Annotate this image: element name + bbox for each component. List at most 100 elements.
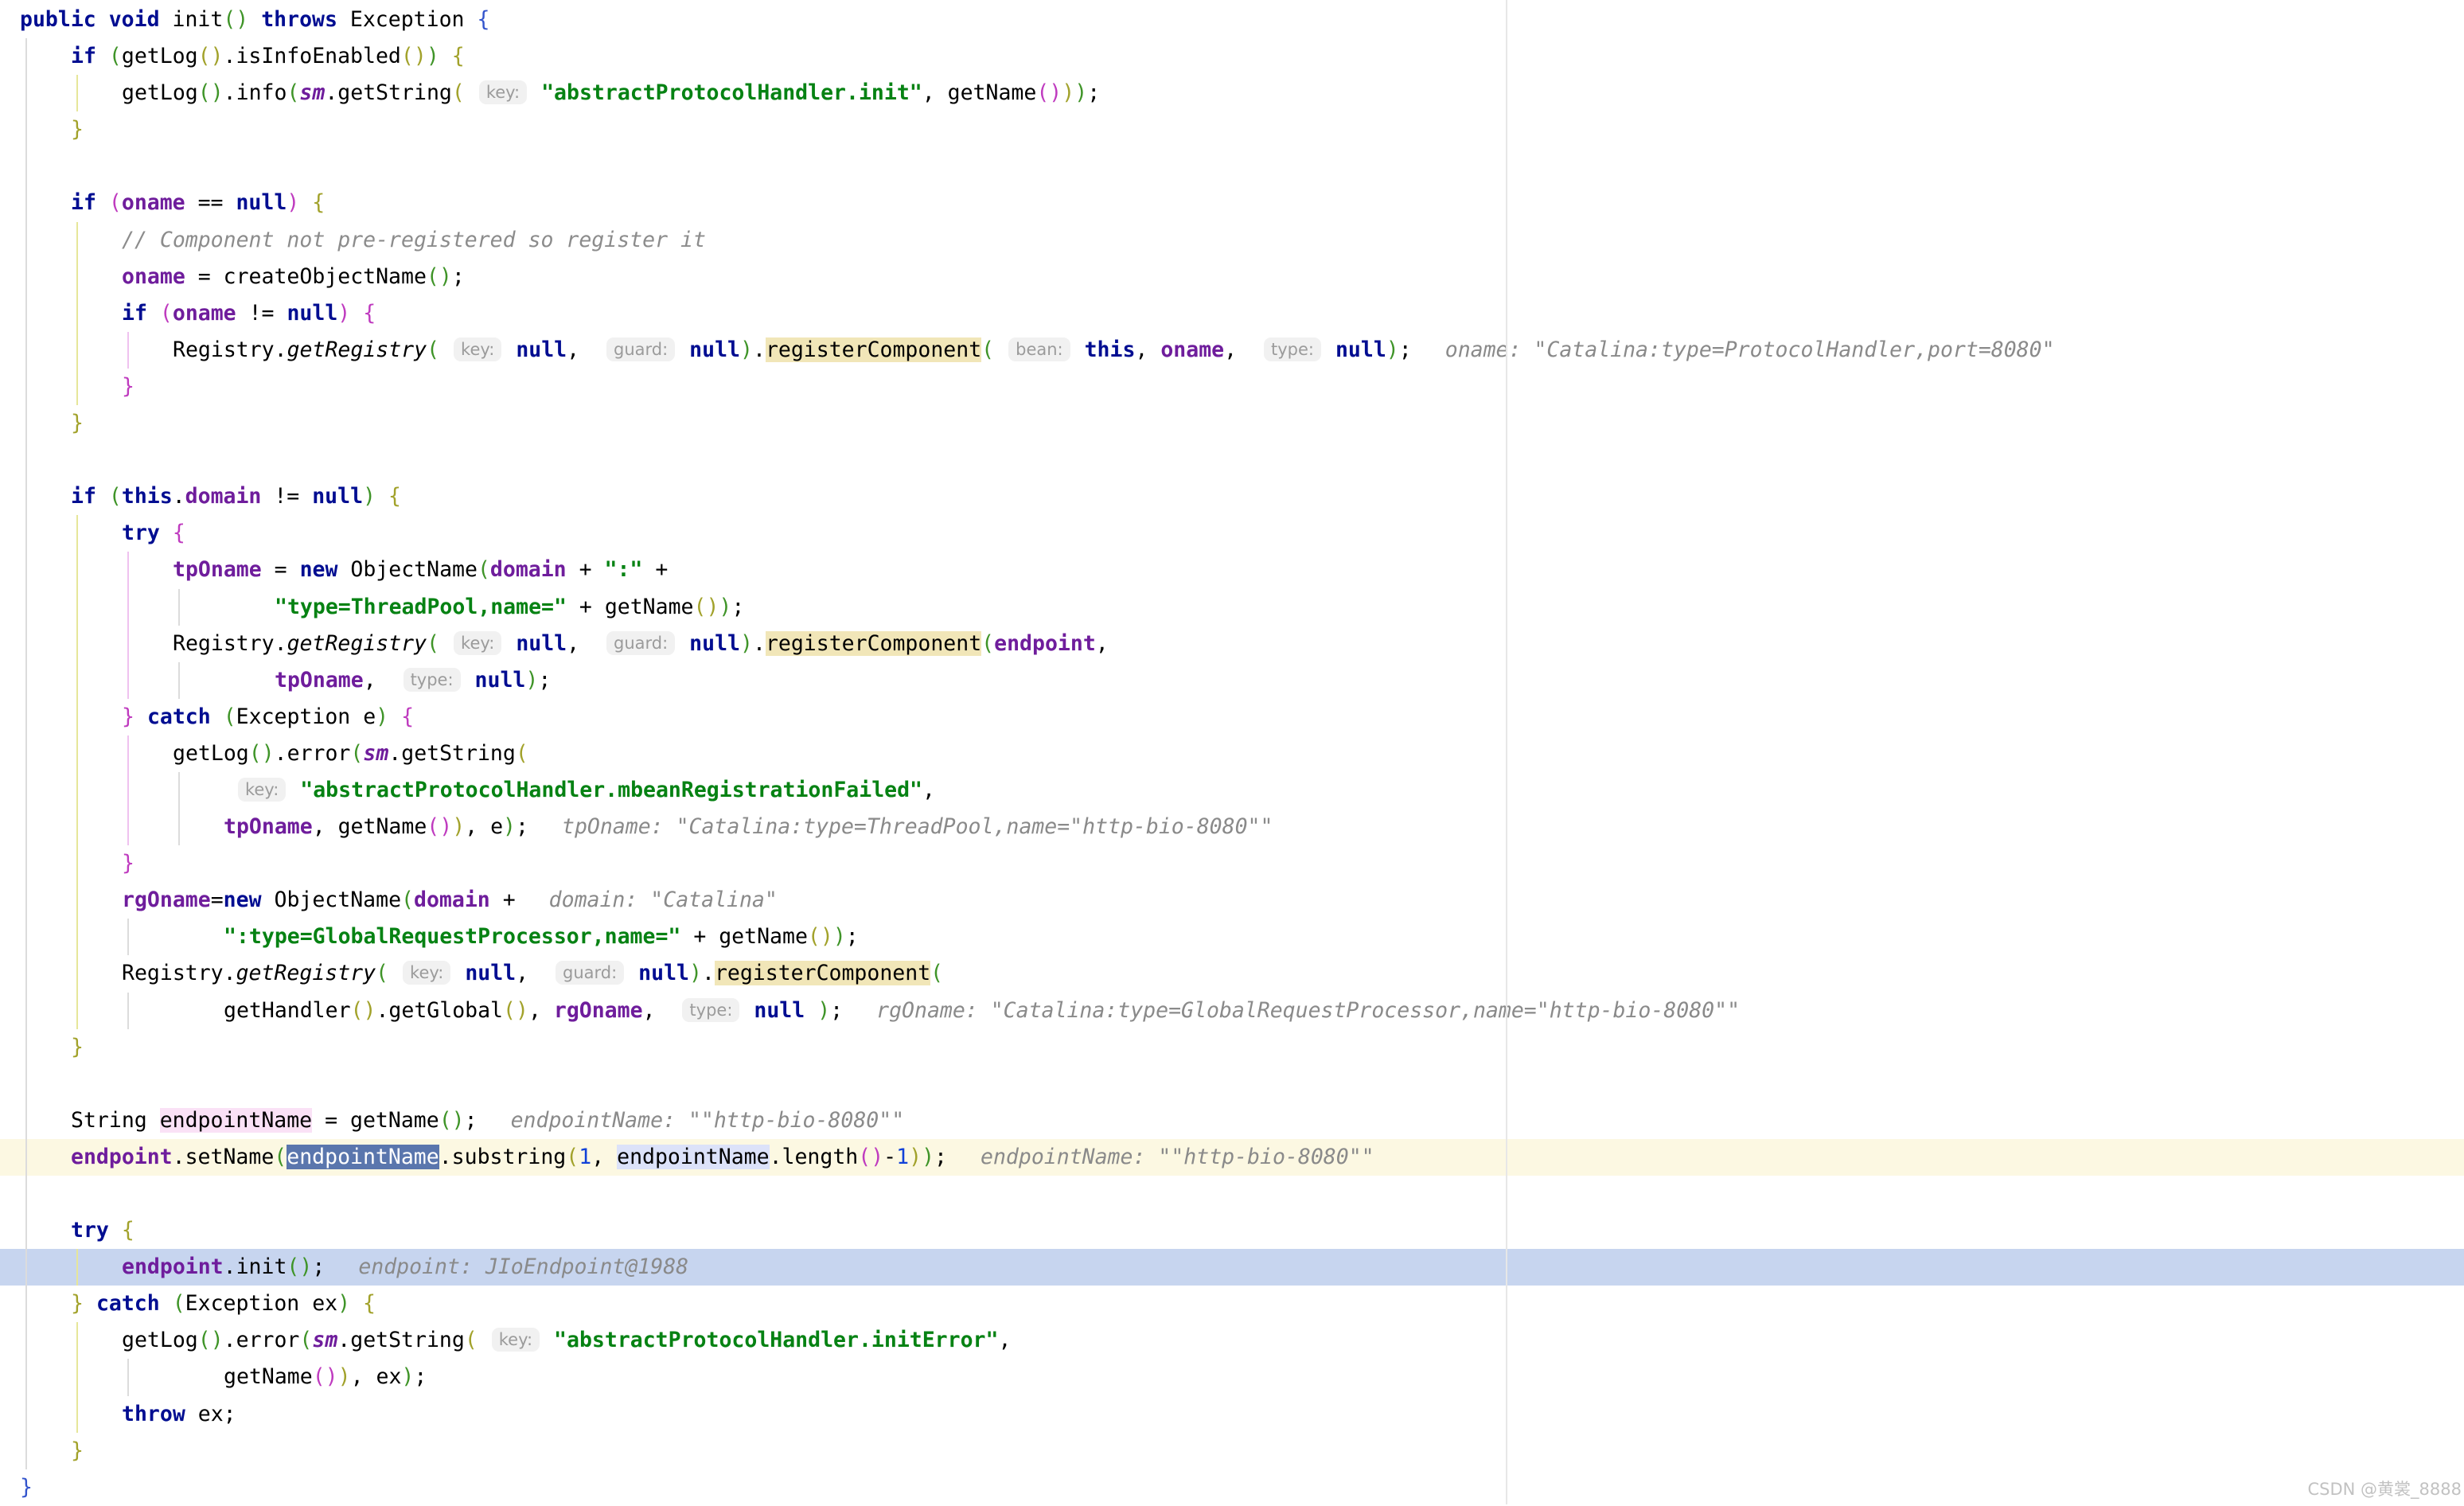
code-token: } — [71, 411, 84, 435]
code-token: sm — [363, 741, 388, 766]
code-line[interactable] — [0, 148, 2464, 185]
code-line[interactable]: ":type=GlobalRequestProcessor,name=" + g… — [0, 919, 2464, 955]
code-line[interactable]: } catch (Exception e) { — [0, 699, 2464, 735]
code-token: new — [300, 557, 338, 582]
code-line[interactable]: } — [0, 369, 2464, 405]
param-name-hint-chip: guard: — [606, 337, 675, 361]
search-highlighted-identifier: registerComponent — [715, 961, 930, 985]
code-line[interactable]: if (oname == null) { — [0, 185, 2464, 221]
code-line[interactable]: "type=ThreadPool,name=" + getName()); — [0, 589, 2464, 626]
code-token: { — [312, 190, 325, 215]
code-line[interactable]: } — [0, 111, 2464, 148]
code-text: if (oname == null) { — [0, 185, 2464, 221]
code-text: oname = createObjectName(); — [0, 259, 2464, 295]
code-token: ) — [740, 337, 753, 362]
code-line[interactable]: Registry.getRegistry( key: null, guard: … — [0, 332, 2464, 369]
code-token: domain — [414, 888, 490, 912]
code-line[interactable]: key: "abstractProtocolHandler.mbeanRegis… — [0, 772, 2464, 809]
code-line[interactable]: getLog().info(sm.getString( key: "abstra… — [0, 75, 2464, 111]
code-token: getName — [224, 1364, 313, 1389]
code-line[interactable]: public void init() throws Exception { — [0, 2, 2464, 38]
code-token: Registry. — [122, 961, 236, 985]
code-token: Registry. — [173, 337, 287, 362]
code-text: public void init() throws Exception { — [0, 2, 2464, 38]
code-token — [626, 961, 638, 985]
code-text: } — [0, 111, 2464, 148]
param-name-hint-chip: bean: — [1008, 337, 1070, 361]
code-line[interactable] — [0, 1176, 2464, 1212]
code-editor[interactable]: public void init() throws Exception {if … — [0, 0, 2464, 1504]
code-line[interactable]: getName()), ex); — [0, 1359, 2464, 1395]
code-token — [741, 998, 754, 1023]
code-token — [439, 44, 452, 68]
code-line[interactable]: } — [0, 845, 2464, 882]
code-line[interactable]: tpOname, type: null); — [0, 662, 2464, 699]
code-token — [96, 44, 109, 68]
code-line[interactable]: String endpointName = getName();endpoint… — [0, 1102, 2464, 1139]
code-line[interactable]: try { — [0, 515, 2464, 552]
code-token: { — [388, 484, 401, 509]
code-line[interactable]: } — [0, 1029, 2464, 1066]
code-token: Exception ex — [185, 1291, 337, 1316]
code-token: . — [753, 337, 766, 362]
code-line[interactable]: tpOname, getName()), e);tpOname: "Catali… — [0, 809, 2464, 845]
code-text: String endpointName = getName();endpoint… — [0, 1102, 2464, 1139]
code-line[interactable] — [0, 442, 2464, 478]
code-text: ":type=GlobalRequestProcessor,name=" + g… — [0, 919, 2464, 955]
code-token: ; — [465, 1108, 478, 1133]
code-token — [96, 190, 109, 215]
code-token: ":" — [605, 557, 643, 582]
code-token: , getName — [922, 80, 1037, 105]
code-line[interactable]: } catch (Exception ex) { — [0, 1286, 2464, 1322]
code-token: null — [638, 961, 689, 985]
code-line[interactable]: throw ex; — [0, 1396, 2464, 1433]
code-line[interactable]: // Component not pre-registered so regis… — [0, 222, 2464, 259]
code-line[interactable]: } — [0, 1469, 2464, 1506]
code-token — [805, 998, 817, 1023]
code-token: ( — [109, 484, 122, 509]
code-line[interactable] — [0, 1066, 2464, 1102]
code-line[interactable]: endpoint.init();endpoint: JIoEndpoint@19… — [0, 1249, 2464, 1286]
code-token: , getName — [313, 814, 427, 839]
code-token: ) — [337, 301, 350, 326]
code-token: ( — [981, 631, 994, 656]
code-token: .getString — [388, 741, 516, 766]
code-token: , — [591, 1145, 617, 1169]
highlighted-identifier: endpointName — [617, 1145, 769, 1169]
code-line[interactable]: getLog().error(sm.getString( key: "abstr… — [0, 1322, 2464, 1359]
code-line[interactable]: getLog().error(sm.getString( — [0, 735, 2464, 772]
code-token: ( — [173, 1291, 185, 1316]
code-line[interactable]: getHandler().getGlobal(), rgOname, type:… — [0, 993, 2464, 1029]
code-token: if — [71, 44, 96, 68]
code-token: () — [223, 7, 248, 32]
code-text: endpoint.setName(endpointName.substring(… — [0, 1139, 2464, 1176]
code-token: ( — [160, 301, 173, 326]
code-area[interactable]: public void init() throws Exception {if … — [0, 2, 2464, 1506]
code-token: catch — [96, 1291, 160, 1316]
code-token: () — [694, 595, 719, 619]
indent-guide — [25, 1176, 27, 1212]
code-token: ) — [287, 190, 299, 215]
code-line[interactable]: try { — [0, 1212, 2464, 1249]
code-token: oname — [122, 264, 185, 289]
code-line[interactable]: oname = createObjectName(); — [0, 259, 2464, 295]
code-token: .info — [224, 80, 287, 105]
code-token: getLog — [173, 741, 249, 766]
code-token: ) — [363, 484, 376, 509]
code-line[interactable]: endpoint.setName(endpointName.substring(… — [0, 1139, 2464, 1176]
code-line[interactable]: rgOname=new ObjectName(domain +domain: "… — [0, 882, 2464, 919]
code-line[interactable]: if (oname != null) { — [0, 295, 2464, 332]
code-line[interactable]: } — [0, 405, 2464, 442]
code-token: ) — [338, 1364, 351, 1389]
code-line[interactable]: tpOname = new ObjectName(domain + ":" + — [0, 552, 2464, 588]
code-line[interactable]: Registry.getRegistry( key: null, guard: … — [0, 955, 2464, 992]
code-line[interactable]: } — [0, 1433, 2464, 1469]
debugger-inline-value-hint: endpointName: ""http-bio-8080"" — [511, 1108, 905, 1133]
code-line[interactable]: if (this.domain != null) { — [0, 478, 2464, 515]
code-token — [84, 1291, 96, 1316]
code-token: null — [689, 631, 740, 656]
code-line[interactable]: if (getLog().isInfoEnabled()) { — [0, 38, 2464, 75]
code-line[interactable]: Registry.getRegistry( key: null, guard: … — [0, 626, 2464, 662]
code-token: } — [71, 1291, 84, 1316]
code-token: Registry. — [173, 631, 287, 656]
